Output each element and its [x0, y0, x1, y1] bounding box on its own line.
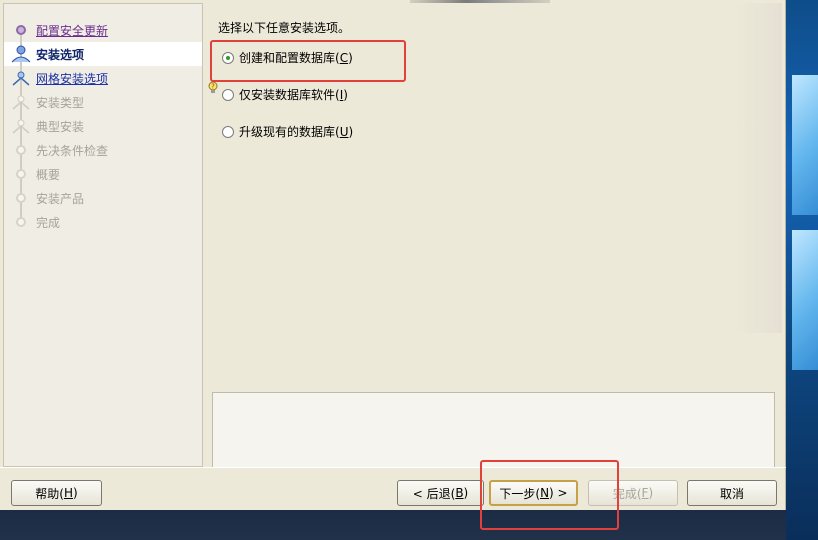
step-label: 典型安装	[36, 119, 85, 134]
step-install-options[interactable]: 安装选项	[4, 42, 202, 66]
option-label[interactable]: 升级现有的数据库(U)	[239, 123, 353, 140]
next-button[interactable]: 下一步(N) >	[489, 480, 578, 506]
step-install-product: 安装产品	[4, 186, 202, 210]
option-label[interactable]: 仅安装数据库软件(I)	[239, 86, 348, 103]
current-step-person-icon	[11, 45, 31, 63]
step-summary: 概要	[4, 162, 202, 186]
options-content: 选择以下任意安装选项。 创建和配置数据库(C) ? 仅安装数据库软件(I) 升级…	[206, 3, 782, 468]
step-prereq-check: 先决条件检查	[4, 138, 202, 162]
option-upgrade-existing-db[interactable]: 升级现有的数据库(U)	[222, 123, 353, 140]
svg-text:?: ?	[211, 83, 215, 91]
step-label: 先决条件检查	[36, 143, 109, 158]
step-pending-icon	[16, 169, 26, 179]
step-config-security-updates[interactable]: 配置安全更新	[4, 18, 202, 42]
step-install-type: 安装类型	[4, 90, 202, 114]
step-label[interactable]: 网格安装选项	[36, 70, 108, 87]
step-label: 安装产品	[36, 191, 85, 206]
step-typical-install: 典型安装	[4, 114, 202, 138]
help-button[interactable]: 帮助(H)	[11, 480, 102, 506]
step-label[interactable]: 配置安全更新	[36, 22, 108, 39]
radio-button[interactable]	[222, 125, 234, 138]
step-grid-install-options[interactable]: 网格安装选项	[4, 66, 202, 90]
step-label: 安装类型	[36, 95, 85, 110]
step-person-icon	[12, 119, 30, 134]
installer-window: 配置安全更新 安装选项 网格安装选项 安装类型 典型安装 先决条件检查 概要 安…	[0, 0, 786, 530]
step-label: 完成	[36, 215, 61, 230]
step-pending-icon	[16, 145, 26, 155]
step-label: 概要	[36, 167, 61, 182]
option-label[interactable]: 创建和配置数据库(C)	[239, 49, 353, 66]
description-box	[212, 392, 775, 468]
cancel-button[interactable]: 取消	[687, 480, 777, 506]
options-prompt: 选择以下任意安装选项。	[218, 21, 351, 35]
radio-button[interactable]	[222, 88, 234, 101]
step-person-icon	[12, 71, 30, 86]
taskbar-strip	[0, 510, 786, 540]
step-done-icon	[16, 25, 26, 35]
option-create-configure-db[interactable]: 创建和配置数据库(C)	[222, 49, 353, 66]
step-person-icon	[12, 95, 30, 110]
option-install-software-only[interactable]: 仅安装数据库软件(I)	[222, 86, 348, 103]
radio-button-selected[interactable]	[222, 51, 234, 64]
content-shade	[736, 3, 782, 333]
back-button[interactable]: < 后退(B)	[397, 480, 484, 506]
step-pending-icon	[16, 217, 26, 227]
steps-panel: 配置安全更新 安装选项 网格安装选项 安装类型 典型安装 先决条件检查 概要 安…	[3, 3, 203, 467]
step-pending-icon	[16, 193, 26, 203]
desktop-background	[786, 0, 818, 540]
finish-button: 完成(F)	[588, 480, 678, 506]
step-finish: 完成	[4, 210, 202, 234]
step-label[interactable]: 安装选项	[36, 46, 84, 63]
windows-logo-pane	[792, 230, 818, 370]
lightbulb-hint-icon: ?	[208, 81, 218, 93]
windows-logo-pane	[792, 75, 818, 215]
button-bar: 帮助(H) < 后退(B) 下一步(N) > 完成(F) 取消	[0, 467, 786, 510]
